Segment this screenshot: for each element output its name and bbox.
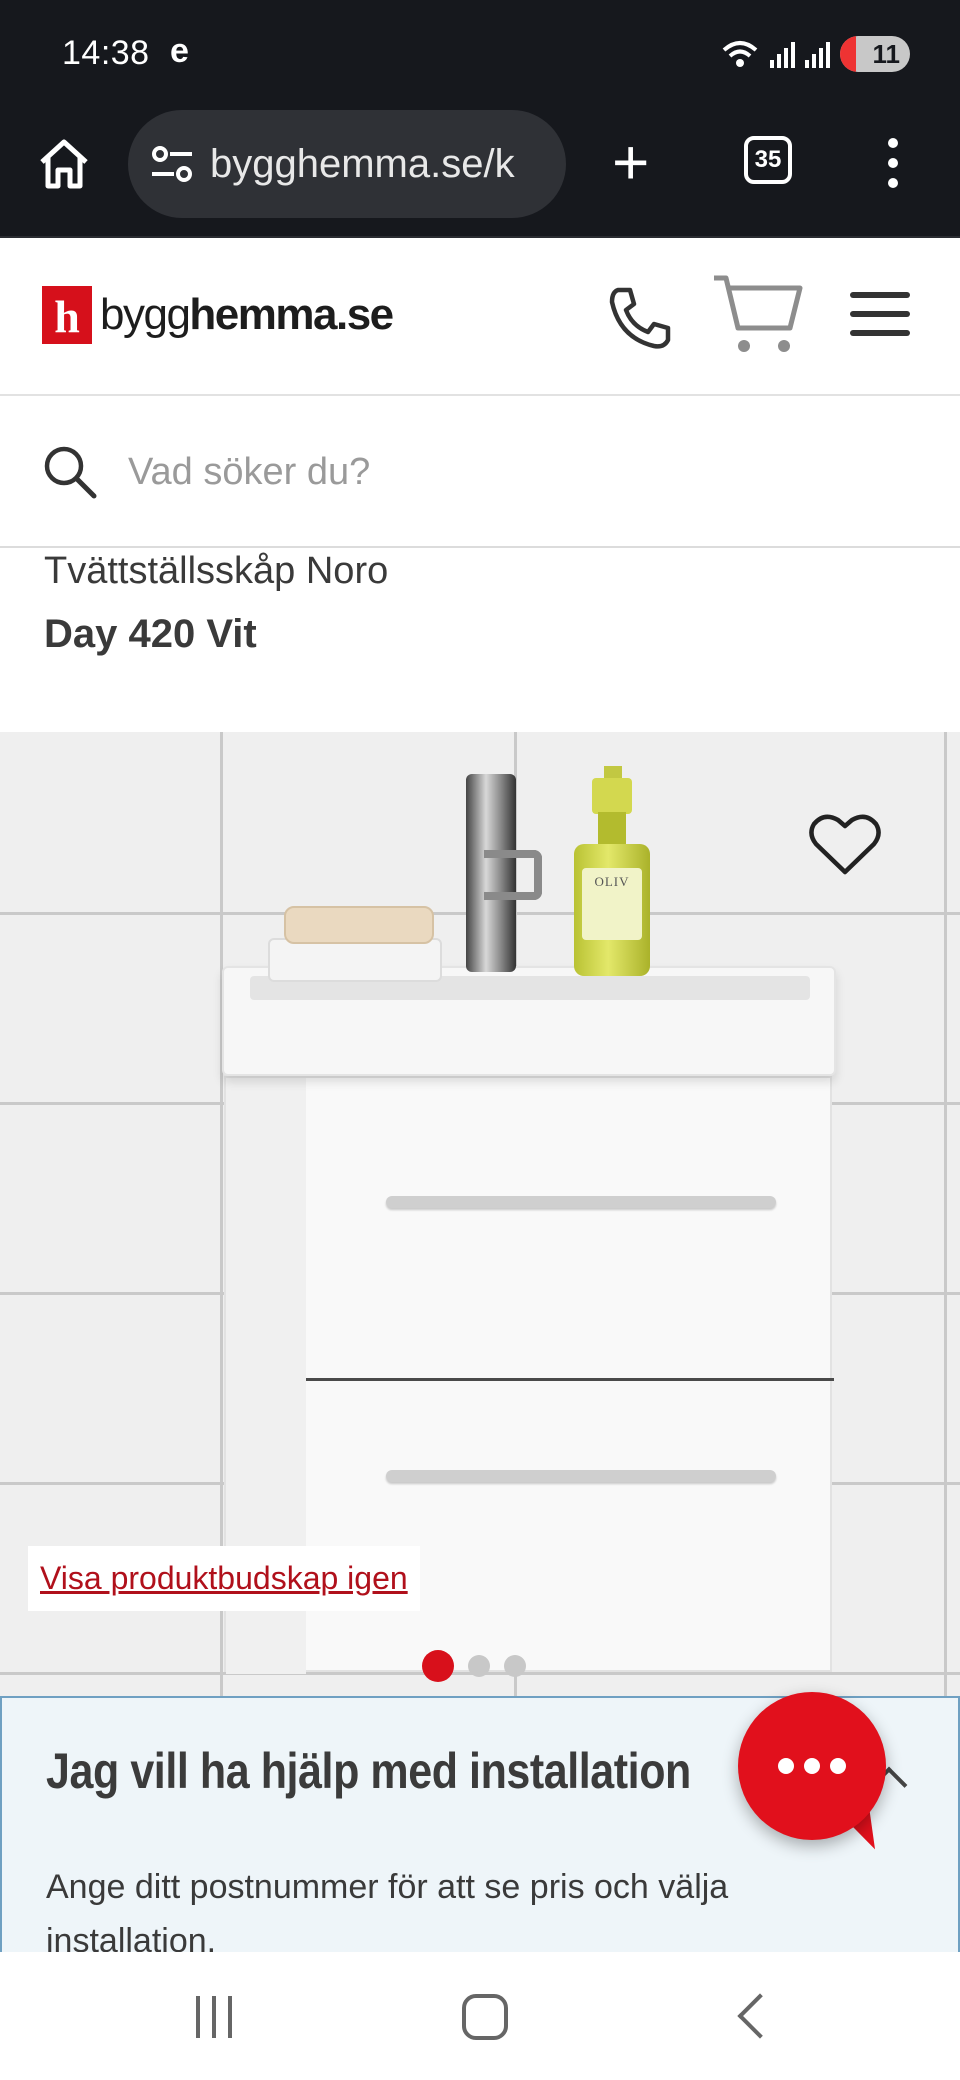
logo-suffix: hemma.se xyxy=(189,290,394,339)
logo-prefix: bygg xyxy=(100,290,191,339)
installation-title[interactable]: Jag vill ha hjälp med installation xyxy=(46,1742,691,1800)
hamburger-menu-icon[interactable] xyxy=(850,292,910,336)
browser-toolbar: bygghemma.se/k + 35 xyxy=(0,108,960,238)
signal-icon xyxy=(770,40,795,68)
recents-icon[interactable] xyxy=(196,1996,232,2038)
product-image-gallery[interactable]: OLIV Visa produktbudskap igen xyxy=(0,732,960,1696)
tab-count: 35 xyxy=(754,146,782,173)
drawer-handle xyxy=(386,1196,776,1208)
url-bar[interactable]: bygghemma.se/k xyxy=(128,110,566,218)
product-brand-line: Tvättställsskåp Noro xyxy=(44,550,389,592)
home-icon[interactable] xyxy=(36,136,92,192)
status-time: 14:38 xyxy=(62,34,150,72)
washbasin xyxy=(222,966,836,1076)
gallery-dot[interactable] xyxy=(468,1655,490,1677)
show-product-message-link[interactable]: Visa produktbudskap igen xyxy=(28,1546,420,1611)
search-bar xyxy=(0,398,960,548)
signal-icon xyxy=(805,40,830,68)
heart-outline-icon[interactable] xyxy=(808,812,882,878)
status-bar: 14:38 e 11 xyxy=(0,0,960,108)
wifi-icon xyxy=(722,41,758,67)
url-text[interactable]: bygghemma.se/k xyxy=(210,142,515,187)
drawer-handle xyxy=(386,1470,776,1482)
site-header: h bygghemma.se xyxy=(0,240,960,396)
tune-icon[interactable] xyxy=(150,144,194,184)
more-vert-icon[interactable] xyxy=(888,138,898,188)
tabs-button[interactable]: 35 xyxy=(744,136,792,184)
faucet-lever xyxy=(484,850,542,900)
cart-icon[interactable] xyxy=(712,270,804,358)
phone-icon[interactable] xyxy=(604,282,676,354)
new-tab-button[interactable]: + xyxy=(612,130,649,194)
product-name: Day 420 Vit xyxy=(44,612,257,656)
logo-text: bygghemma.se xyxy=(100,290,394,340)
search-input[interactable] xyxy=(128,450,888,494)
home-icon[interactable] xyxy=(462,1994,508,2040)
gallery-pagination xyxy=(422,1650,526,1682)
search-icon[interactable] xyxy=(42,444,98,500)
back-icon[interactable] xyxy=(737,1993,783,2039)
system-nav-bar xyxy=(0,1952,960,2080)
status-icons: 11 xyxy=(720,36,910,72)
soap-bar xyxy=(284,906,434,944)
gallery-dot[interactable] xyxy=(504,1655,526,1677)
battery-icon: 11 xyxy=(840,36,910,72)
bottle-label: OLIV xyxy=(582,868,642,940)
chat-bubble-icon[interactable] xyxy=(738,1692,886,1840)
gallery-dot[interactable] xyxy=(422,1650,454,1682)
site-logo[interactable]: h bygghemma.se xyxy=(42,286,394,344)
battery-level: 11 xyxy=(872,38,901,69)
logo-mark: h xyxy=(42,286,92,344)
carrier-icon: e xyxy=(170,32,189,70)
soap-dish xyxy=(268,938,442,982)
